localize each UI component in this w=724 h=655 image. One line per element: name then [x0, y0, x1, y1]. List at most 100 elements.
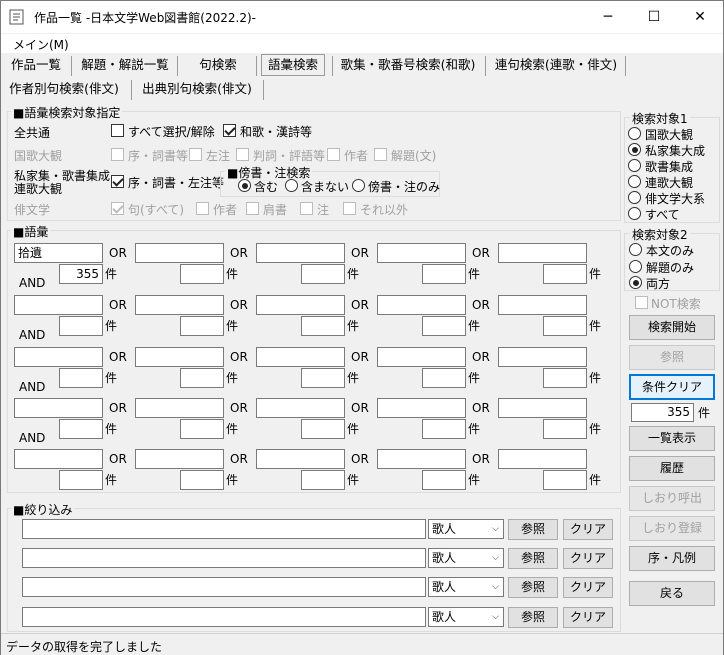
target1-radio[interactable] — [628, 127, 641, 140]
kokka-opt-checkbox[interactable] — [111, 148, 124, 161]
vocab-term-input[interactable] — [14, 295, 103, 315]
waka-checkbox[interactable] — [223, 124, 236, 137]
filter-ref-button[interactable]: 参照 — [508, 519, 558, 540]
bousho-only-radio[interactable] — [352, 179, 365, 192]
vocab-term-input[interactable] — [14, 398, 103, 418]
or-label: OR — [472, 246, 490, 260]
haibun-opt-checkbox[interactable] — [343, 202, 356, 215]
select-all-checkbox[interactable] — [111, 124, 124, 137]
kokka-opt-checkbox[interactable] — [327, 148, 340, 161]
vocab-term-input[interactable] — [256, 347, 345, 367]
tab-kashu-search[interactable]: 歌集・歌番号検索(和歌) — [337, 55, 479, 77]
vocab-term-input[interactable] — [256, 449, 345, 469]
minimize-button[interactable]: ─ — [585, 1, 631, 33]
kokka-opt-checkbox[interactable] — [374, 148, 387, 161]
target2-title: 検索対象2 — [630, 226, 690, 243]
tab-commentary-list[interactable]: 解題・解説一覧 — [77, 55, 173, 77]
vocab-term-input[interactable] — [256, 398, 345, 418]
count-unit-label: 件 — [468, 473, 481, 487]
target2-radio[interactable] — [629, 276, 642, 289]
history-button[interactable]: 履歴 — [629, 456, 715, 481]
filter-input[interactable] — [22, 548, 426, 568]
haibun-opt-checkbox[interactable] — [111, 202, 124, 215]
app-icon — [9, 9, 25, 25]
filter-clear-button[interactable]: クリア — [563, 548, 613, 569]
filter-field-select[interactable]: 歌人 ⌵ — [428, 519, 504, 539]
tab-phrase-search[interactable]: 句検索 — [183, 55, 253, 77]
vocab-term-input[interactable] — [377, 398, 466, 418]
bookmark-register-button[interactable]: しおり登録 — [629, 516, 715, 541]
tab-source-haiku[interactable]: 出典別句検索(俳文) — [137, 79, 257, 101]
bousho-exclude-radio[interactable] — [285, 179, 298, 192]
filter-ref-button[interactable]: 参照 — [508, 577, 558, 598]
tab-works-list[interactable]: 作品一覧 — [5, 55, 67, 77]
vocab-term-input[interactable]: 拾遺 — [14, 243, 103, 263]
target1-radio[interactable] — [628, 207, 641, 220]
filter-field-select[interactable]: 歌人 ⌵ — [428, 548, 504, 568]
haibun-opt-checkbox[interactable] — [300, 202, 313, 215]
vocab-term-input[interactable] — [256, 243, 345, 263]
kokka-opt-checkbox[interactable] — [236, 148, 249, 161]
vocab-count-field — [543, 264, 587, 284]
target1-radio[interactable] — [628, 143, 641, 156]
filter-input[interactable] — [22, 577, 426, 597]
tab-vocab-search[interactable]: 語彙検索 — [261, 54, 325, 76]
menu-main[interactable]: メイン(M) — [13, 36, 69, 53]
count-unit-label: 件 — [226, 267, 239, 281]
tab-renku-search[interactable]: 連句検索(連歌・俳文) — [491, 55, 621, 77]
vocab-term-input[interactable] — [135, 295, 224, 315]
bookmark-call-button[interactable]: しおり呼出 — [629, 486, 715, 511]
search-start-button[interactable]: 検索開始 — [629, 315, 715, 340]
filter-ref-button[interactable]: 参照 — [508, 548, 558, 569]
filter-clear-button[interactable]: クリア — [563, 519, 613, 540]
vocab-term-input[interactable] — [135, 347, 224, 367]
maximize-button[interactable]: ☐ — [631, 1, 677, 33]
filter-field-select[interactable]: 歌人 ⌵ — [428, 607, 504, 627]
filter-clear-button[interactable]: クリア — [563, 577, 613, 598]
haibun-opt-checkbox[interactable] — [196, 202, 209, 215]
vocab-term-input[interactable] — [135, 398, 224, 418]
vocab-term-input[interactable] — [135, 243, 224, 263]
vocab-term-input[interactable] — [256, 295, 345, 315]
vocab-term-input[interactable] — [377, 295, 466, 315]
preface-button[interactable]: 序・凡例 — [629, 546, 715, 571]
vocab-term-input[interactable] — [498, 243, 587, 263]
vocab-term-input[interactable] — [14, 347, 103, 367]
vocab-term-input[interactable] — [14, 449, 103, 469]
vocab-term-input[interactable] — [498, 449, 587, 469]
shika-opt-checkbox[interactable] — [111, 175, 124, 188]
filter-input[interactable] — [22, 519, 426, 539]
target2-radio[interactable] — [629, 260, 642, 273]
vocab-term-input[interactable] — [498, 398, 587, 418]
filter-field-select[interactable]: 歌人 ⌵ — [428, 577, 504, 597]
kokka-opt-label: 左注 — [206, 149, 231, 163]
clear-conditions-button[interactable]: 条件クリア — [629, 374, 715, 400]
filter-ref-button[interactable]: 参照 — [508, 607, 558, 628]
target1-radio[interactable] — [628, 159, 641, 172]
vocab-term-input[interactable] — [135, 449, 224, 469]
tab-author-haiku[interactable]: 作者別句検索(俳文) — [5, 79, 123, 101]
count-unit-label: 件 — [589, 267, 602, 281]
target1-radio[interactable] — [628, 175, 641, 188]
vocab-term-input[interactable] — [498, 295, 587, 315]
not-search-checkbox[interactable] — [635, 296, 648, 309]
filter-clear-button[interactable]: クリア — [563, 607, 613, 628]
chevron-down-icon: ⌵ — [492, 612, 499, 622]
side-ref-button[interactable]: 参照 — [629, 345, 715, 370]
back-button[interactable]: 戻る — [629, 581, 715, 606]
list-view-button[interactable]: 一覧表示 — [629, 426, 715, 451]
vocab-count-field — [301, 368, 345, 388]
target1-radio[interactable] — [628, 191, 641, 204]
close-button[interactable]: ✕ — [677, 1, 723, 33]
haibun-opt-checkbox[interactable] — [246, 202, 259, 215]
vocab-term-input[interactable] — [377, 243, 466, 263]
target2-radio[interactable] — [629, 243, 642, 256]
bousho-include-radio[interactable] — [238, 179, 251, 192]
vocab-term-input[interactable] — [377, 449, 466, 469]
kokka-opt-checkbox[interactable] — [189, 148, 202, 161]
vocab-term-input[interactable] — [498, 347, 587, 367]
filter-input[interactable] — [22, 607, 426, 627]
vocab-count-field — [180, 264, 224, 284]
vocab-term-input[interactable] — [377, 347, 466, 367]
window-title: 作品一覧 -日本文学Web図書館(2022.2)- — [34, 11, 256, 25]
